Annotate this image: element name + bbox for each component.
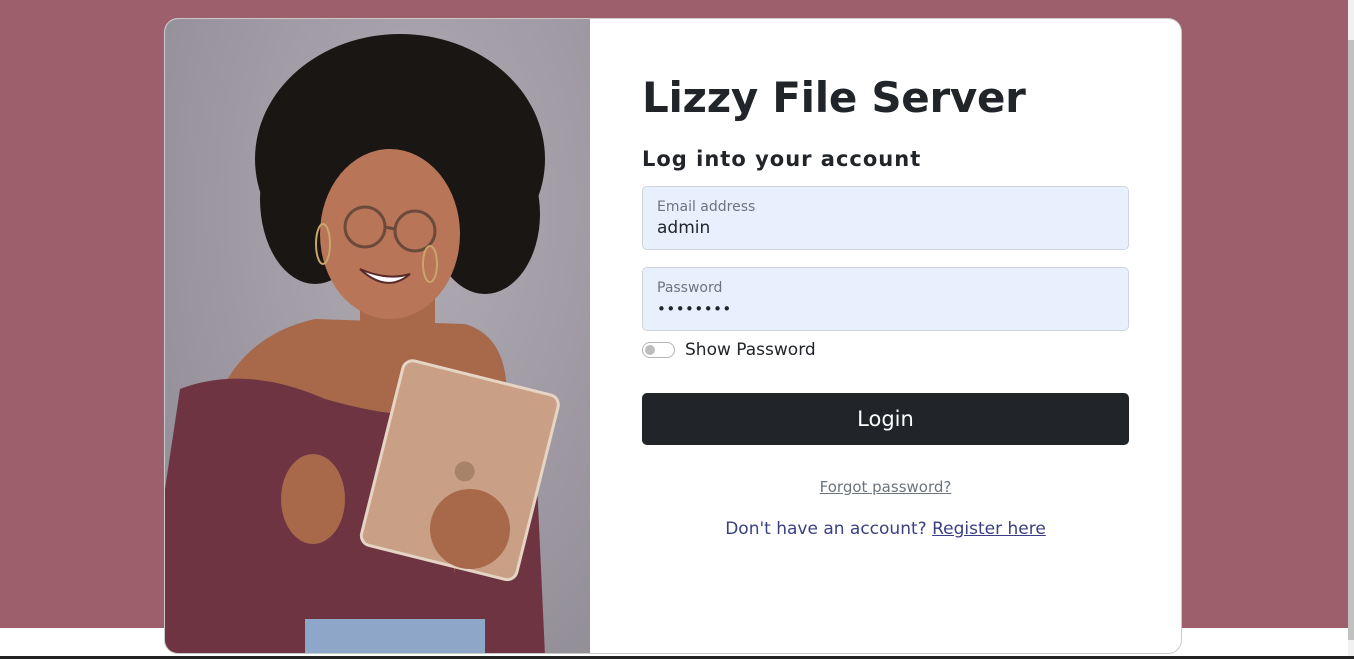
photo-illustration bbox=[165, 34, 560, 653]
forgot-password-link[interactable]: Forgot password? bbox=[642, 478, 1129, 496]
password-field[interactable]: Password •••••••• bbox=[642, 267, 1129, 331]
page-title: Lizzy File Server bbox=[642, 73, 1026, 122]
email-label: Email address bbox=[657, 199, 756, 215]
email-field[interactable]: Email address admin bbox=[642, 186, 1129, 250]
vertical-scrollbar[interactable] bbox=[1348, 0, 1354, 659]
show-password-toggle[interactable] bbox=[642, 342, 675, 358]
show-password-label[interactable]: Show Password bbox=[685, 340, 816, 360]
scrollbar-thumb[interactable] bbox=[1348, 40, 1354, 640]
login-card: Lizzy File Server Log into your account … bbox=[164, 18, 1182, 654]
toggle-knob bbox=[645, 345, 655, 355]
password-label: Password bbox=[657, 280, 723, 296]
show-password-row[interactable]: Show Password bbox=[642, 339, 816, 361]
woman-with-tablet-photo bbox=[165, 19, 590, 653]
password-input[interactable]: •••••••• bbox=[657, 300, 732, 318]
register-link[interactable]: Register here bbox=[932, 519, 1046, 539]
login-button[interactable]: Login bbox=[642, 393, 1129, 445]
register-prompt-text: Don't have an account? bbox=[725, 519, 933, 539]
email-input[interactable]: admin bbox=[657, 218, 710, 238]
form-subtitle: Log into your account bbox=[642, 147, 922, 171]
register-prompt: Don't have an account? Register here bbox=[642, 519, 1129, 539]
